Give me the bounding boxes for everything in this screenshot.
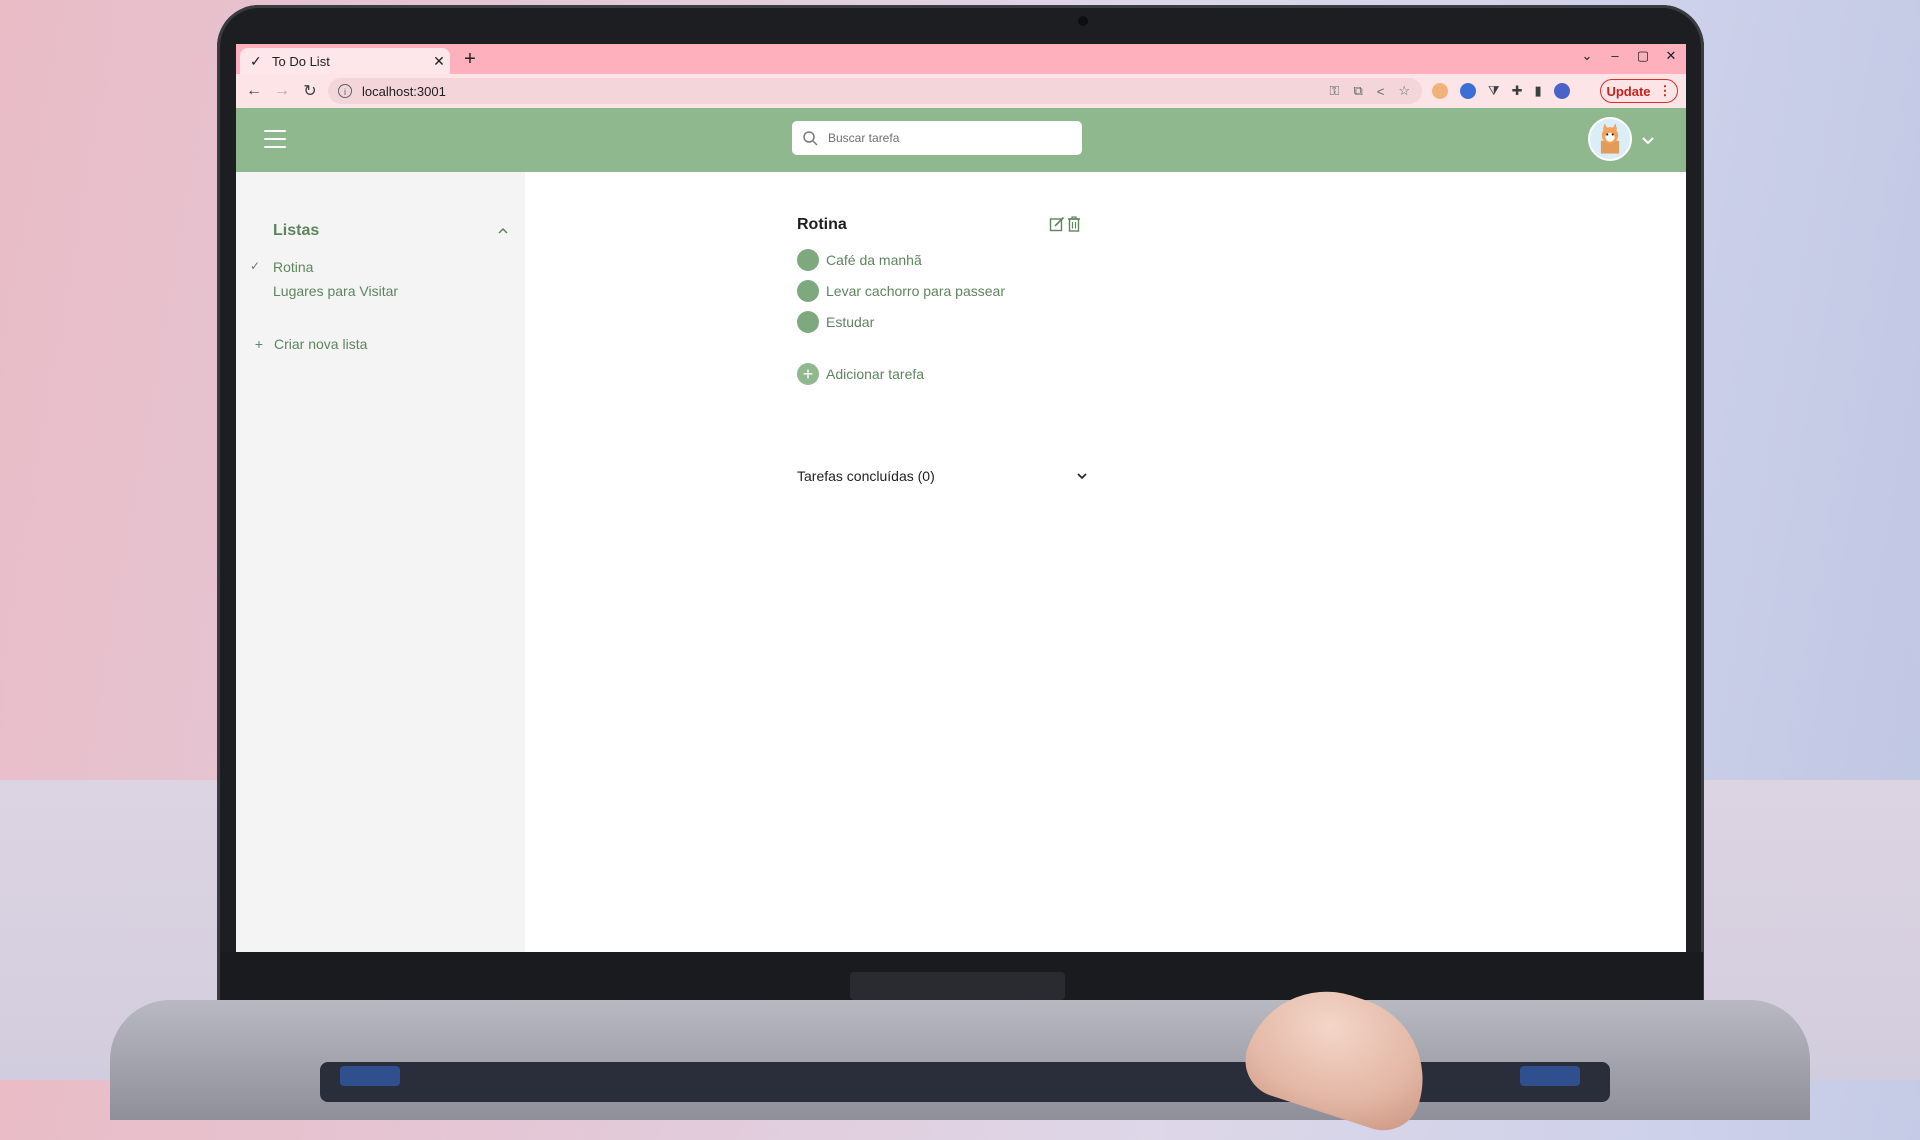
key-icon[interactable]: ⚿	[1330, 83, 1340, 99]
close-tab-icon[interactable]: ✕	[428, 53, 450, 70]
laptop-hinge	[850, 972, 1065, 1000]
create-list-label: Criar nova lista	[274, 336, 368, 352]
task-checkbox[interactable]	[797, 249, 819, 271]
keyboard-key	[340, 1066, 400, 1086]
task-checkbox[interactable]	[797, 280, 819, 302]
tab-search-icon[interactable]: ⌄	[1580, 48, 1594, 64]
task-label: Estudar	[826, 314, 875, 330]
puzzle-icon[interactable]: ✚	[1512, 83, 1523, 99]
forward-icon[interactable]: →	[268, 82, 296, 100]
completed-tasks-toggle[interactable]: Tarefas concluídas (0)	[797, 468, 935, 484]
close-window-icon[interactable]: ✕	[1664, 48, 1678, 64]
sidebar-item-rotina[interactable]: ✓ Rotina	[236, 259, 525, 279]
translate-icon[interactable]: ⧉	[1353, 83, 1362, 99]
task-label: Levar cachorro para passear	[826, 283, 1005, 299]
tab-title: To Do List	[272, 53, 330, 69]
extension-icon[interactable]	[1460, 83, 1476, 99]
create-list-button[interactable]: + Criar nova lista	[252, 336, 367, 352]
plus-circle-icon: +	[797, 363, 819, 385]
app-header	[236, 108, 1686, 172]
sidebar-item-label: Lugares para Visitar	[273, 283, 399, 299]
sidebar: Listas ✓ Rotina Lugares para Visitar + C…	[236, 172, 525, 952]
task-item[interactable]: Café da manhã	[797, 249, 922, 271]
list-title: Rotina	[797, 216, 847, 233]
profile-icon[interactable]	[1553, 83, 1570, 99]
plus-icon: +	[254, 336, 264, 352]
add-task-button[interactable]: + Adicionar tarefa	[797, 363, 924, 385]
task-checkbox[interactable]	[797, 311, 819, 333]
keyboard-key	[1520, 1066, 1580, 1086]
task-item[interactable]: Levar cachorro para passear	[797, 280, 1005, 302]
chevron-up-icon[interactable]	[496, 224, 510, 238]
sidebar-title: Listas	[273, 222, 320, 239]
webcam	[1078, 16, 1088, 26]
sidebar-item-label: Rotina	[273, 259, 314, 275]
update-button[interactable]: Update ⋮	[1600, 79, 1678, 103]
back-icon[interactable]: ←	[240, 82, 268, 100]
address-bar[interactable]: i localhost:3001 ⚿ ⧉ < ☆	[328, 78, 1422, 104]
sidebar-item-lugares-para-visitar[interactable]: Lugares para Visitar	[273, 283, 398, 299]
main-content: Rotina Café da manhã Levar cachorro para…	[525, 172, 1686, 952]
screen: ✓ To Do List ✕ + ⌄ – ▢ ✕ ← → ↻ i localho…	[236, 44, 1686, 952]
search-icon	[803, 131, 818, 146]
check-icon: ✓	[250, 52, 262, 69]
trash-icon[interactable]	[1067, 216, 1081, 232]
edit-icon[interactable]	[1049, 216, 1065, 232]
chevron-down-icon[interactable]	[1640, 132, 1656, 148]
share-icon[interactable]: <	[1377, 84, 1385, 99]
browser-tab[interactable]: ✓ To Do List ✕	[240, 48, 450, 74]
window-controls: ⌄ – ▢ ✕	[1580, 48, 1678, 64]
bookmark-star-icon[interactable]: ☆	[1398, 83, 1410, 99]
extension-icon[interactable]	[1432, 83, 1448, 99]
maximize-icon[interactable]: ▢	[1636, 48, 1650, 64]
extensions-area: ⧩ ✚ ▮	[1432, 80, 1570, 102]
update-label: Update	[1606, 83, 1651, 99]
search-bar	[792, 121, 1082, 155]
reload-icon[interactable]: ↻	[296, 81, 324, 101]
more-icon: ⋮	[1658, 83, 1672, 98]
chevron-down-icon[interactable]	[1075, 469, 1089, 483]
browser-toolbar: ← → ↻ i localhost:3001 ⚿ ⧉ < ☆ ⧩ ✚ ▮ Upd…	[236, 74, 1686, 108]
new-tab-button[interactable]: +	[458, 48, 482, 72]
add-task-label: Adicionar tarefa	[826, 366, 925, 382]
side-panel-icon[interactable]: ▮	[1535, 83, 1542, 99]
address-bar-actions: ⚿ ⧉ < ☆	[1330, 78, 1410, 104]
check-icon: ✓	[250, 259, 261, 273]
minimize-icon[interactable]: –	[1608, 48, 1622, 64]
laptop-base	[110, 1000, 1810, 1120]
url-text: localhost:3001	[362, 83, 446, 99]
site-info-icon[interactable]: i	[338, 84, 352, 98]
task-item[interactable]: Estudar	[797, 311, 874, 333]
task-label: Café da manhã	[826, 252, 922, 268]
extension-filter-icon[interactable]: ⧩	[1488, 83, 1500, 99]
search-input[interactable]	[826, 130, 1070, 146]
cat-avatar-icon	[1600, 123, 1620, 154]
browser-tabbar: ✓ To Do List ✕ + ⌄ – ▢ ✕	[236, 44, 1686, 74]
menu-icon[interactable]	[264, 130, 286, 148]
avatar[interactable]	[1588, 117, 1632, 161]
